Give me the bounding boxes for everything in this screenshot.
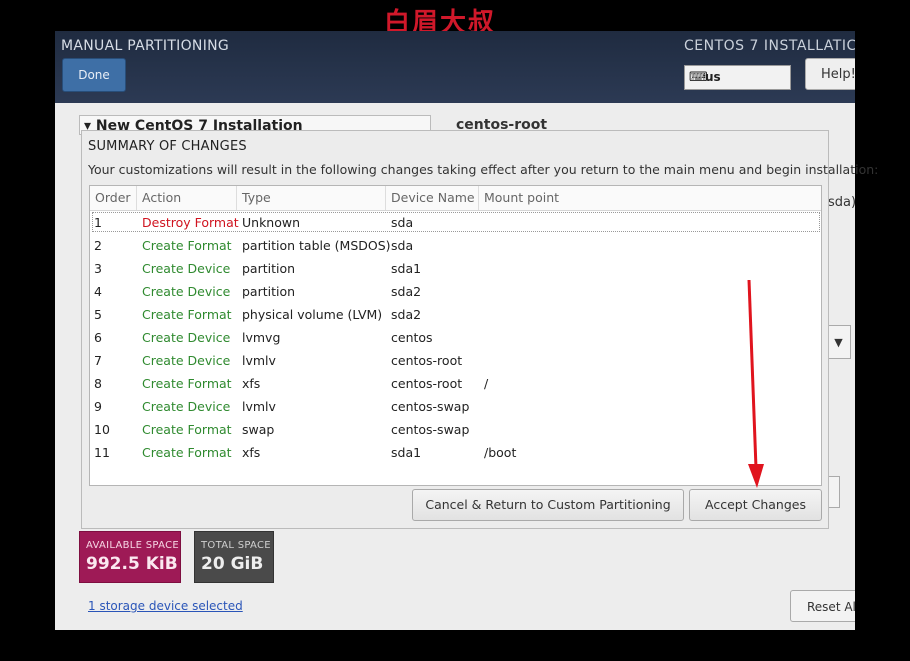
annotation-arrow-shaft [747,279,758,469]
table-row[interactable]: 10 Create Format swap centos-swap [90,418,821,441]
cell-device-name: sda1 [391,445,422,460]
cell-device-name: sda [391,215,414,230]
cell-type: Unknown [242,215,301,230]
cell-type: lvmlv [242,353,276,368]
cell-order: 9 [94,399,102,414]
cell-mount-point: /boot [484,445,517,460]
accept-changes-button[interactable]: Accept Changes [689,489,822,521]
cell-device-name: centos-swap [391,422,470,437]
combo-dropdown-arrow[interactable]: ▼ [827,325,851,359]
header-bar: MANUAL PARTITIONING Done CENTOS 7 INSTAL… [55,31,855,103]
keyboard-icon: ⌨ [689,70,708,85]
column-header-order[interactable]: Order [90,186,137,210]
reset-all-button[interactable]: Reset Al [790,590,855,622]
table-row[interactable]: 4 Create Device partition sda2 [90,280,821,303]
device-description-partial: sda) [828,195,855,210]
table-row[interactable]: 7 Create Device lvmlv centos-root [90,349,821,372]
page-title: MANUAL PARTITIONING [61,38,230,54]
annotation-arrow-head [748,464,764,488]
cell-order: 5 [94,307,102,322]
cell-order: 4 [94,284,102,299]
done-button[interactable]: Done [62,58,126,92]
cell-action: Destroy Format [142,215,239,230]
cancel-return-button[interactable]: Cancel & Return to Custom Partitioning [412,489,684,521]
cell-type: partition [242,284,296,299]
column-header-mount-point[interactable]: Mount point [479,186,821,210]
total-space-value: 20 GiB [201,554,264,574]
table-row[interactable]: 11 Create Format xfs sda1/boot [90,441,821,464]
cell-action: Create Format [142,422,232,437]
cell-device-name: sda2 [391,307,422,322]
storage-device-link[interactable]: 1 storage device selected [88,599,243,613]
cell-type: lvmvg [242,330,281,345]
dialog-title: SUMMARY OF CHANGES [88,139,247,154]
cell-action: Create Format [142,307,232,322]
cell-action: Create Device [142,330,231,345]
total-space-tile: TOTAL SPACE 20 GiB [194,531,274,583]
cell-order: 2 [94,238,102,253]
summary-of-changes-dialog: SUMMARY OF CHANGES Your customizations w… [81,130,878,529]
cell-type: physical volume (LVM) [242,307,383,322]
cell-action: Create Device [142,284,231,299]
cell-order: 1 [94,215,102,230]
installer-title: CENTOS 7 INSTALLATIC [684,38,855,54]
cell-device-name: sda1 [391,261,422,276]
cell-device-name: centos-swap [391,399,470,414]
column-header-type[interactable]: Type [237,186,386,210]
keyboard-layout-indicator[interactable]: ⌨us [684,65,791,90]
cell-action: Create Device [142,353,231,368]
total-space-label: TOTAL SPACE [201,540,271,551]
help-button[interactable]: Help! [805,58,855,90]
available-space-tile: AVAILABLE SPACE 992.5 KiB [79,531,181,583]
table-row[interactable]: 8 Create Format xfs centos-root / [90,372,821,395]
column-header-device-name[interactable]: Device Name [386,186,479,210]
column-header-action[interactable]: Action [137,186,237,210]
table-row[interactable]: 2 Create Format partition table (MSDOS) sda [90,234,821,257]
keyboard-layout-label: us [705,70,721,84]
annotation-arrow-icon [747,279,764,488]
cell-action: Create Format [142,445,232,460]
cell-mount-point: / [484,376,489,391]
table-row[interactable]: 6 Create Device lvmvg centos [90,326,821,349]
cell-order: 7 [94,353,102,368]
cell-action: Create Format [142,238,232,253]
cell-type: xfs [242,376,261,391]
cell-device-name: sda2 [391,284,422,299]
cell-type: xfs [242,445,261,460]
cell-type: lvmlv [242,399,276,414]
cell-type: partition [242,261,296,276]
cell-order: 6 [94,330,102,345]
cell-order: 11 [94,445,110,460]
cell-order: 3 [94,261,102,276]
table-row[interactable]: 5 Create Format physical volume (LVM) sda2 [90,303,821,326]
cell-device-name: centos-root [391,353,463,368]
table-row[interactable]: 3 Create Device partition sda1 [90,257,821,280]
available-space-label: AVAILABLE SPACE [86,540,179,551]
cell-action: Create Device [142,399,231,414]
cell-order: 10 [94,422,110,437]
changes-table: Order Action Type Device Name Mount poin… [89,185,822,486]
cell-action: Create Format [142,376,232,391]
cell-type: partition table (MSDOS) [242,238,391,253]
table-row[interactable]: 9 Create Device lvmlv centos-swap [90,395,821,418]
table-row[interactable]: 1 Destroy Format Unknown sda [90,211,821,234]
cell-device-name: sda [391,238,414,253]
cell-device-name: centos [391,330,433,345]
cell-action: Create Device [142,261,231,276]
cell-device-name: centos-root [391,376,463,391]
table-header: Order Action Type Device Name Mount poin… [90,186,821,211]
available-space-value: 992.5 KiB [86,554,178,574]
cell-type: swap [242,422,275,437]
dialog-description: Your customizations will result in the f… [88,162,879,177]
cell-order: 8 [94,376,102,391]
